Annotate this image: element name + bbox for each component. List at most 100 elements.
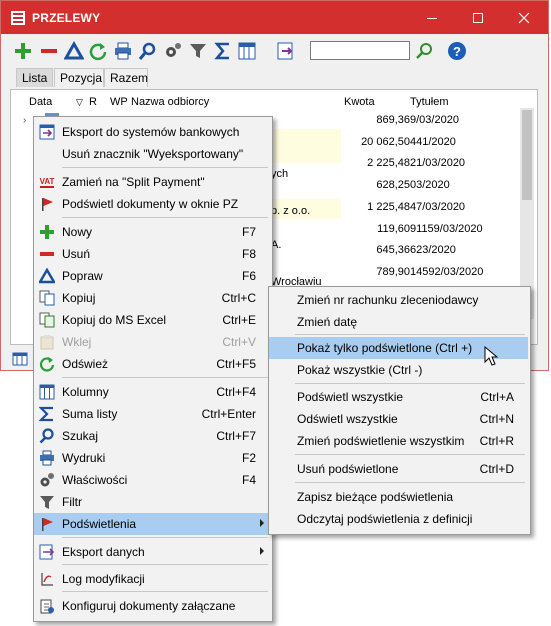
submenu-item-1[interactable]: Zmień nr rachunku zleceniodawcy [269, 289, 528, 311]
printer-icon [40, 450, 54, 466]
menu-item-kopiuj[interactable]: Kopiuj Ctrl+C [34, 287, 270, 309]
menu-separator [62, 377, 268, 378]
menu-item-szukaj[interactable]: Szukaj Ctrl+F7 [34, 425, 270, 447]
menu-separator [295, 383, 525, 384]
tab-pozycja[interactable]: Pozycja [54, 68, 104, 87]
menu-item-label: Odśwież [62, 357, 109, 371]
menu-item-zamień-na-split-payment[interactable]: VAT Zamień na "Split Payment" [34, 171, 270, 193]
table-row[interactable]: 119,60 91159/03/2020 [341, 221, 519, 239]
menu-item-nowy[interactable]: Nowy F7 [34, 221, 270, 243]
col-header-nazwa[interactable]: Nazwa odbiorcy [131, 96, 209, 108]
menu-separator [295, 334, 525, 335]
menu-item-label: Konfiguruj dokumenty załączane [62, 599, 236, 613]
maximize-button[interactable] [455, 1, 501, 34]
menu-item-filtr[interactable]: Filtr [34, 491, 270, 513]
title-bar[interactable]: PRZELEWY [1, 1, 548, 34]
submenu-item-label: Pokaż wszystkie (Ctrl -) [297, 363, 423, 377]
submenu-item-6[interactable]: Odświetl wszystkie Ctrl+N [269, 408, 528, 430]
table-row[interactable]: 2 225,48 21/03/2020 [341, 155, 519, 173]
menu-item-popraw[interactable]: Popraw F6 [34, 265, 270, 287]
sort-desc-icon: ▽ [76, 97, 83, 107]
col-header-kwota[interactable]: Kwota [344, 96, 375, 108]
submenu-item-label: Zmień datę [297, 315, 358, 329]
col-header-tytulem[interactable]: Tytułem [410, 96, 449, 108]
columns-icon[interactable] [12, 352, 28, 366]
title-cell: 9/03/2020 [410, 114, 459, 126]
table-row[interactable]: 20 062,50 441/2020 [341, 134, 519, 152]
close-button[interactable] [501, 1, 547, 34]
highlights-submenu: Zmień nr rachunku zleceniodawcy Zmień dat… [268, 286, 531, 535]
menu-item-podświetlenia[interactable]: Podświetlenia [34, 513, 270, 535]
columns-icon[interactable] [237, 41, 257, 61]
submenu-item-5[interactable]: Podświetl wszystkie Ctrl+A [269, 386, 528, 408]
gear-icon[interactable] [163, 41, 183, 61]
submenu-item-shortcut: Ctrl+N [479, 412, 514, 426]
log-icon [41, 573, 53, 586]
table-row[interactable]: 1 225,48 47/03/2020 [341, 199, 519, 217]
menu-item-usuń-znacznik-wyeksportowany[interactable]: Usuń znacznik "Wyeksportowany" [34, 143, 270, 165]
refresh-icon [39, 357, 55, 372]
menu-item-label: Suma listy [62, 407, 118, 421]
menu-item-shortcut: Ctrl+F5 [216, 357, 256, 371]
table-row[interactable]: 789,90 14592/03/2020 [341, 264, 519, 282]
table-row[interactable]: 628,25 03/2020 [341, 177, 519, 195]
search-input[interactable] [310, 41, 410, 60]
tab-razem[interactable]: Razem [104, 68, 148, 87]
attach-config-icon [40, 599, 54, 614]
menu-item-podświetl-dokumenty-w-oknie-pz[interactable]: Podświetl dokumenty w oknie PZ [34, 193, 270, 215]
menu-item-odśwież[interactable]: Odśwież Ctrl+F5 [34, 353, 270, 375]
add-icon[interactable] [13, 41, 33, 61]
submenu-item-7[interactable]: Zmień podświetlenie wszystkim Ctrl+R [269, 430, 528, 452]
amount-cell: 645,36 [376, 244, 410, 257]
menu-item-shortcut: Ctrl+F4 [216, 385, 256, 399]
col-header-wp[interactable]: WP [110, 96, 128, 108]
edit-icon[interactable] [64, 41, 84, 61]
mouse-cursor-icon [484, 346, 499, 366]
submenu-item-8[interactable]: Usuń podświetlone Ctrl+D [269, 458, 528, 480]
flag-icon [42, 518, 53, 531]
menu-item-label: Eksport do systemów bankowych [62, 125, 240, 139]
minimize-button[interactable] [409, 1, 455, 34]
menu-item-suma-listy[interactable]: Suma listy Ctrl+Enter [34, 403, 270, 425]
sigma-icon[interactable] [213, 41, 233, 61]
amount-cell: 20 062,50 [361, 135, 410, 148]
menu-item-eksport-danych[interactable]: Eksport danych [34, 541, 270, 563]
submenu-item-2[interactable]: Zmień datę [269, 311, 528, 333]
menu-item-shortcut: F2 [241, 451, 256, 465]
table-row[interactable]: 869,36 9/03/2020 [341, 112, 519, 130]
scrollbar-thumb[interactable] [522, 110, 532, 200]
search-icon [39, 428, 54, 444]
menu-item-eksport-do-systemów-bankowych[interactable]: Eksport do systemów bankowych [34, 121, 270, 143]
filter-icon[interactable] [188, 41, 208, 61]
menu-item-usuń[interactable]: Usuń F8 [34, 243, 270, 265]
refresh-icon[interactable] [88, 41, 108, 61]
menu-item-log-modyfikacji[interactable]: Log modyfikacji [34, 568, 270, 590]
submenu-item-10[interactable]: Odczytaj podświetlenia z definicji [269, 508, 528, 530]
menu-item-właściwości[interactable]: Właściwości F4 [34, 469, 270, 491]
menu-separator [62, 591, 268, 592]
menu-item-konfiguruj-dokumenty-załączane[interactable]: Konfiguruj dokumenty załączane [34, 595, 270, 617]
printer-icon[interactable] [113, 41, 133, 61]
submenu-item-9[interactable]: Zapisz bieżące podświetlenia [269, 486, 528, 508]
menu-item-label: Usuń [62, 247, 91, 261]
menu-item-label: Kopiuj [62, 291, 96, 305]
menu-item-label: Podświetlenia [62, 517, 137, 531]
menu-item-kopiuj-do-ms-excel[interactable]: Kopiuj do MS Excel Ctrl+E [34, 309, 270, 331]
amount-cell: 2 225,48 [367, 157, 410, 170]
delete-icon[interactable] [39, 41, 59, 61]
menu-item-kolumny[interactable]: Kolumny Ctrl+F4 [34, 381, 270, 403]
tab-lista[interactable]: Lista [16, 68, 53, 87]
export-icon[interactable] [276, 41, 296, 61]
col-header-data[interactable]: Data [29, 96, 52, 108]
export-bank-icon [39, 124, 55, 140]
search-icon[interactable] [138, 41, 158, 61]
menu-item-label: Filtr [62, 495, 82, 509]
menu-item-wklej[interactable]: Wklej Ctrl+V [34, 331, 270, 353]
menu-item-wydruki[interactable]: Wydruki F2 [34, 447, 270, 469]
help-icon[interactable]: ? [447, 41, 467, 61]
table-row[interactable]: 645,36 623/2020 [341, 242, 519, 260]
menu-separator [295, 482, 525, 483]
search-go-icon[interactable] [414, 41, 434, 61]
col-header-r[interactable]: R [89, 96, 97, 108]
menu-item-shortcut: Ctrl+F7 [216, 429, 256, 443]
